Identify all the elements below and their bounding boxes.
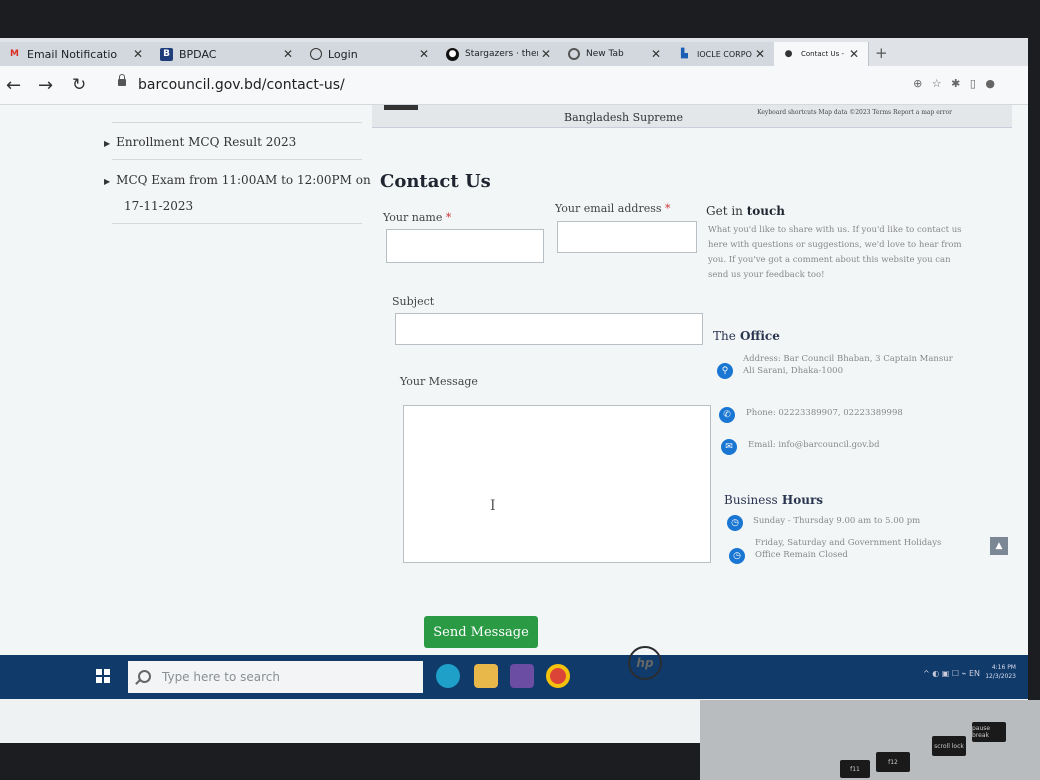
bpdac-icon: B bbox=[160, 47, 173, 61]
sidebar-item-enrollment-result[interactable]: ▶ Enrollment MCQ Result 2023 bbox=[104, 135, 296, 149]
email-icon: ✉ bbox=[721, 439, 737, 455]
gmail-icon: M bbox=[10, 49, 19, 59]
tab-label: BPDAC bbox=[179, 47, 217, 61]
laptop-screen: M Email Notificatio ✕ B BPDAC ✕ Login ✕ … bbox=[0, 38, 1028, 743]
tab-label: New Tab bbox=[586, 49, 624, 59]
hours-closed: Friday, Saturday and Government Holidays… bbox=[755, 538, 942, 560]
file-explorer-icon[interactable] bbox=[474, 664, 498, 688]
tab-email-notification[interactable]: M Email Notificatio ✕ bbox=[0, 42, 153, 66]
location-pin-icon: ⚲ bbox=[717, 363, 733, 379]
sidebar-item-label: MCQ Exam from 11:00AM to 12:00PM on bbox=[116, 173, 371, 187]
edge-icon[interactable] bbox=[436, 664, 460, 688]
windows-taskbar: Type here to search ^ ◐ ▣ ☐ ⌁ EN 4:16 PM… bbox=[0, 655, 1028, 699]
address-bar-row: ← → ↻ barcouncil.gov.bd/contact-us/ ⊕ ☆ … bbox=[0, 66, 1028, 105]
browser-tab-bar: M Email Notificatio ✕ B BPDAC ✕ Login ✕ … bbox=[0, 38, 1028, 66]
github-icon: ● bbox=[446, 47, 459, 61]
office-address: Address: Bar Council Bhaban, 3 Captain M… bbox=[743, 354, 953, 376]
map-marker-bar bbox=[384, 105, 418, 110]
system-tray-icons[interactable]: ^ ◐ ▣ ☐ ⌁ EN bbox=[923, 669, 980, 678]
tab-contact-us[interactable]: ● Contact Us - Ba ✕ bbox=[774, 42, 869, 66]
text-cursor-icon: I bbox=[490, 498, 496, 514]
subject-label: Subject bbox=[392, 295, 435, 308]
email-input[interactable] bbox=[557, 221, 697, 253]
sidebar-item-mcq-date[interactable]: 17-11-2023 bbox=[124, 199, 193, 213]
office-email[interactable]: Email: info@barcouncil.gov.bd bbox=[748, 439, 958, 451]
map-place-label: Bangladesh Supreme bbox=[564, 111, 683, 124]
windows-start-icon[interactable] bbox=[96, 669, 110, 683]
office-phone[interactable]: Phone: 02223389907, 02223389998 bbox=[746, 407, 956, 419]
iocle-icon: ▙ bbox=[681, 49, 688, 59]
url-field[interactable]: barcouncil.gov.bd/contact-us/ bbox=[138, 77, 345, 93]
get-in-touch-heading: Get in touch bbox=[706, 204, 786, 218]
search-icon bbox=[138, 670, 151, 683]
name-label: Your name * bbox=[383, 211, 452, 224]
close-icon[interactable]: ✕ bbox=[538, 47, 554, 61]
hours-weekdays: Sunday - Thursday 9.00 am to 5.00 pm bbox=[753, 516, 921, 526]
caret-right-icon: ▶ bbox=[104, 177, 111, 186]
clock-icon: ◷ bbox=[727, 515, 743, 531]
chrome-icon bbox=[568, 48, 580, 60]
page-title: Contact Us bbox=[380, 171, 491, 192]
tab-bpdac[interactable]: B BPDAC ✕ bbox=[152, 42, 303, 66]
taskbar-clock[interactable]: 4:16 PM 12/3/2023 bbox=[985, 663, 1016, 681]
sidebar-divider bbox=[112, 159, 362, 160]
get-in-touch-text: What you'd like to share with us. If you… bbox=[708, 225, 962, 280]
close-icon[interactable]: ✕ bbox=[846, 47, 862, 61]
key-f11: f11 bbox=[840, 760, 870, 778]
embedded-map[interactable]: Bangladesh Supreme Keyboard shortcuts Ma… bbox=[372, 105, 1012, 128]
hp-logo: hp bbox=[628, 646, 662, 680]
scroll-to-top-button[interactable]: ▲ bbox=[990, 537, 1008, 555]
clock-time: 4:16 PM bbox=[991, 664, 1016, 671]
office-heading: The Office bbox=[713, 329, 780, 343]
sidebar-item-label: Enrollment MCQ Result 2023 bbox=[116, 135, 297, 149]
tab-iocle[interactable]: ▙ IOCLE CORPOR ✕ bbox=[670, 42, 775, 66]
message-label: Your Message bbox=[400, 375, 478, 388]
site-icon: ● bbox=[784, 49, 793, 59]
key-scroll-lock: scroll lock bbox=[932, 736, 966, 756]
email-label: Your email address * bbox=[555, 202, 671, 215]
clock-icon: ◷ bbox=[729, 548, 745, 564]
new-tab-button[interactable]: + bbox=[875, 44, 888, 62]
business-hours-heading: Business Hours bbox=[724, 493, 824, 507]
sidebar-divider bbox=[112, 122, 362, 123]
tab-label: IOCLE CORPOR bbox=[697, 49, 752, 59]
lock-icon bbox=[118, 74, 126, 86]
clock-date: 12/3/2023 bbox=[985, 673, 1016, 680]
tab-stargazers[interactable]: ● Stargazers · ther ✕ bbox=[438, 42, 561, 66]
keyboard: f11 f12 scroll lock pause break bbox=[700, 700, 1040, 780]
toolbar-icons[interactable]: ⊕ ☆ ✱ ▯ ● bbox=[913, 77, 998, 90]
phone-icon: ✆ bbox=[719, 407, 735, 423]
tab-label: Contact Us - Ba bbox=[801, 50, 846, 58]
page-content: Bangladesh Supreme Keyboard shortcuts Ma… bbox=[0, 105, 1028, 655]
close-icon[interactable]: ✕ bbox=[648, 47, 664, 61]
close-icon[interactable]: ✕ bbox=[130, 47, 146, 61]
sidebar-divider bbox=[112, 223, 362, 224]
close-icon[interactable]: ✕ bbox=[752, 47, 768, 61]
tab-label: Email Notificatio bbox=[27, 47, 118, 61]
sidebar-item-mcq-exam[interactable]: ▶ MCQ Exam from 11:00AM to 12:00PM on bbox=[104, 173, 371, 187]
close-icon[interactable]: ✕ bbox=[416, 47, 432, 61]
search-placeholder: Type here to search bbox=[162, 670, 280, 684]
caret-right-icon: ▶ bbox=[104, 139, 111, 148]
message-textarea[interactable] bbox=[403, 405, 711, 563]
tab-label: Login bbox=[328, 47, 358, 61]
send-message-button[interactable]: Send Message bbox=[424, 616, 538, 648]
taskbar-search-input[interactable]: Type here to search bbox=[128, 661, 423, 693]
chrome-taskbar-icon[interactable] bbox=[546, 664, 570, 688]
tab-new-tab[interactable]: New Tab ✕ bbox=[560, 42, 671, 66]
map-footer[interactable]: Keyboard shortcuts Map data ©2023 Terms … bbox=[757, 109, 952, 116]
close-icon[interactable]: ✕ bbox=[280, 47, 296, 61]
globe-icon bbox=[310, 48, 322, 60]
tab-label: Stargazers · ther bbox=[465, 49, 538, 59]
subject-input[interactable] bbox=[395, 313, 703, 345]
forward-arrow-icon[interactable]: → bbox=[38, 75, 53, 96]
key-f12: f12 bbox=[876, 752, 910, 772]
reload-icon[interactable]: ↻ bbox=[72, 75, 86, 95]
back-arrow-icon[interactable]: ← bbox=[6, 75, 21, 96]
name-input[interactable] bbox=[386, 229, 544, 263]
app-icon[interactable] bbox=[510, 664, 534, 688]
key-pause-break: pause break bbox=[972, 722, 1006, 742]
tab-login[interactable]: Login ✕ bbox=[302, 42, 439, 66]
